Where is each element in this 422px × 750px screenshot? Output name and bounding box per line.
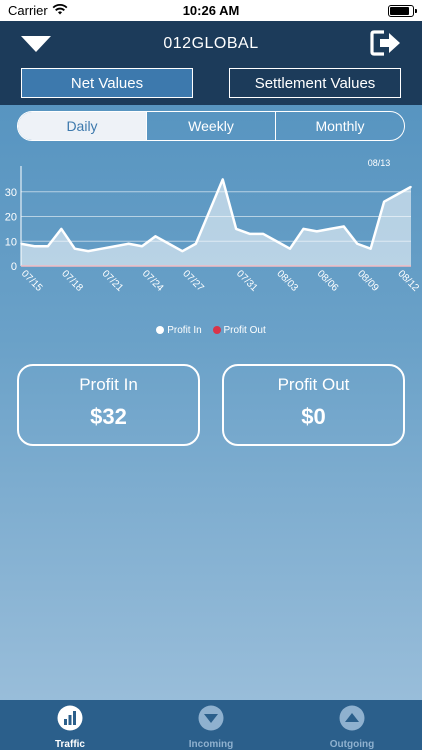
x-tick-label: 08/12 xyxy=(395,268,421,294)
tab-weekly[interactable]: Weekly xyxy=(146,112,275,140)
x-tick-label: 07/31 xyxy=(234,268,260,294)
x-tick-label: 08/06 xyxy=(315,268,341,294)
profit-in-point xyxy=(60,228,63,230)
arrow-down-circle-icon xyxy=(198,705,224,731)
profit-in-point xyxy=(316,230,318,233)
bar-chart-icon xyxy=(57,705,83,731)
profit-in-point xyxy=(114,245,116,248)
profit-in-point xyxy=(342,225,345,228)
profit-in-point xyxy=(302,228,305,230)
chart-legend: Profit In Profit Out xyxy=(0,325,422,336)
y-tick-label: 30 xyxy=(5,187,17,199)
profit-in-point xyxy=(73,247,76,250)
x-tick-label: 07/27 xyxy=(180,268,206,294)
profit-in-point xyxy=(127,242,130,245)
clock: 10:26 AM xyxy=(182,3,240,18)
profit-in-point xyxy=(396,193,399,196)
profit-in-point xyxy=(410,186,412,188)
tab-traffic[interactable]: Traffic xyxy=(0,700,140,750)
profit-in-point xyxy=(248,233,251,235)
y-tick-label: 10 xyxy=(5,236,17,248)
legend-dot-profit-in xyxy=(156,326,165,334)
x-tick-label: 07/18 xyxy=(59,268,85,294)
profit-in-point xyxy=(195,242,197,245)
legend-item-profit-in: Profit In xyxy=(156,325,204,336)
profit-in-point xyxy=(168,242,170,245)
tab-monthly[interactable]: Monthly xyxy=(275,112,404,140)
tab-outgoing[interactable]: Outgoing xyxy=(282,700,422,750)
chart-annotation: 08/13 xyxy=(368,158,391,168)
profit-in-point xyxy=(154,235,157,238)
profit-in-point xyxy=(208,210,211,213)
profit-out-card[interactable]: Profit Out $0 xyxy=(222,364,405,446)
x-tick-label: 07/15 xyxy=(19,268,45,294)
x-tick-label: 08/03 xyxy=(274,268,300,294)
x-tick-label: 07/21 xyxy=(100,268,126,294)
y-tick-label: 20 xyxy=(5,212,17,224)
profit-in-point xyxy=(141,245,143,248)
period-selector: Daily Weekly Monthly xyxy=(17,111,405,141)
profit-in-point xyxy=(262,233,264,235)
net-values-button[interactable]: Net Values xyxy=(21,68,193,98)
profit-in-point xyxy=(289,247,291,250)
profit-in-card[interactable]: Profit In $32 xyxy=(17,364,200,446)
logout-icon[interactable] xyxy=(370,29,402,57)
profit-in-point xyxy=(369,247,372,250)
settlement-values-button[interactable]: Settlement Values xyxy=(229,68,401,98)
profit-in-point xyxy=(221,178,224,181)
profit-in-point xyxy=(47,245,49,248)
legend-item-profit-out: Profit Out xyxy=(212,325,266,336)
profit-out-label: Profit Out xyxy=(277,375,350,394)
profit-in-point xyxy=(100,247,103,250)
profit-in-point xyxy=(356,242,359,245)
profit-chart: 0 10 20 30 07/15 07/18 07/21 07/24 07/27 07/31 08/… xyxy=(5,158,421,294)
profit-in-point xyxy=(87,250,90,252)
legend-dot-profit-out xyxy=(212,326,221,334)
profit-in-point xyxy=(20,242,22,245)
profit-in-point xyxy=(329,228,332,230)
nav-bar: 012GLOBAL Net Values Settlement Values xyxy=(0,21,422,105)
legend-label-profit-out: Profit Out xyxy=(223,325,266,336)
tab-traffic-label: Traffic xyxy=(54,739,85,750)
battery-icon xyxy=(388,5,417,17)
profit-in-label: Profit In xyxy=(79,375,138,394)
profit-in-point xyxy=(235,228,237,230)
tab-outgoing-label: Outgoing xyxy=(329,739,375,750)
arrow-up-circle-icon xyxy=(339,705,365,731)
x-tick-label: 08/09 xyxy=(355,268,381,294)
status-bar: Carrier 10:26 AM xyxy=(0,0,422,21)
profit-out-value: $0 xyxy=(301,404,326,429)
tab-incoming[interactable]: Incoming xyxy=(141,700,281,750)
profit-in-point xyxy=(383,200,385,203)
tab-incoming-label: Incoming xyxy=(188,739,234,750)
page-title: 012GLOBAL xyxy=(163,35,259,52)
tab-bar: Traffic Incoming Outgoing xyxy=(0,700,422,750)
tab-daily[interactable]: Daily xyxy=(18,112,146,140)
legend-label-profit-in: Profit In xyxy=(167,325,202,336)
y-tick-label: 0 xyxy=(11,261,17,273)
profit-in-point xyxy=(181,250,184,252)
profit-in-value: $32 xyxy=(90,404,127,429)
profit-in-point xyxy=(33,245,36,248)
profit-in-point xyxy=(275,240,278,243)
x-tick-label: 07/24 xyxy=(140,268,166,294)
